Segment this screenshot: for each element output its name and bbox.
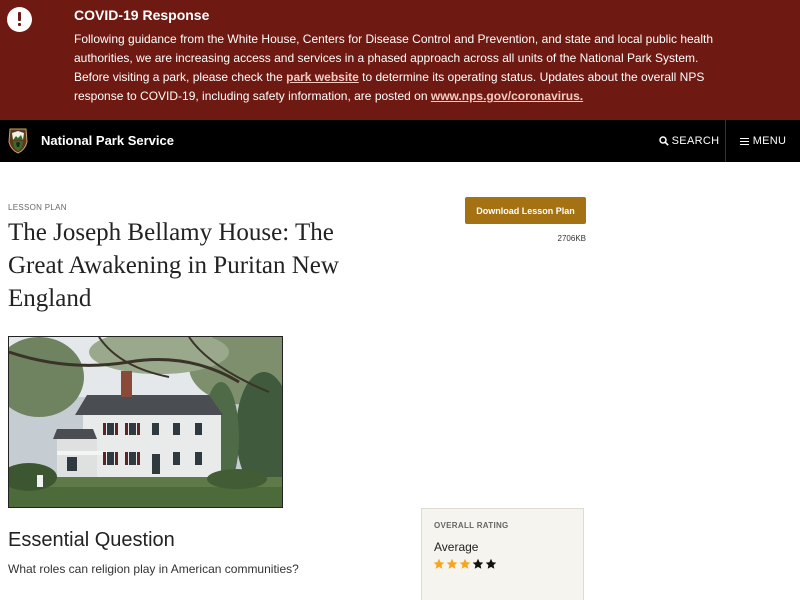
search-label: SEARCH xyxy=(671,135,720,147)
star-empty-icon[interactable] xyxy=(485,558,497,570)
star-filled-icon[interactable] xyxy=(446,558,458,570)
covid-alert-banner: COVID-19 Response Following guidance fro… xyxy=(0,0,800,120)
star-rating[interactable] xyxy=(433,558,497,570)
site-name[interactable]: National Park Service xyxy=(41,133,174,148)
page-title: The Joseph Bellamy House: The Great Awak… xyxy=(8,219,339,312)
download-lesson-plan-button[interactable]: Download Lesson Plan xyxy=(465,197,586,224)
file-size: 2706KB xyxy=(557,234,586,243)
essential-question-heading: Essential Question xyxy=(8,529,175,551)
menu-label: MENU xyxy=(752,135,787,147)
hamburger-icon xyxy=(739,137,749,145)
rating-card: OVERALL RATING Average xyxy=(421,508,584,600)
arrowhead-logo[interactable] xyxy=(8,128,28,154)
essential-question-text: What roles can religion play in American… xyxy=(8,562,299,576)
menu-button[interactable]: MENU xyxy=(726,120,800,162)
bellamy-house-photo xyxy=(8,336,283,508)
alert-body: Following guidance from the White House,… xyxy=(74,30,724,106)
star-empty-icon[interactable] xyxy=(472,558,484,570)
rating-label: OVERALL RATING xyxy=(434,521,509,530)
star-filled-icon[interactable] xyxy=(459,558,471,570)
search-button[interactable]: SEARCH xyxy=(653,120,725,162)
park-website-link[interactable]: park website xyxy=(286,70,359,84)
star-filled-icon[interactable] xyxy=(433,558,445,570)
rating-text: Average xyxy=(434,540,479,554)
exclamation-icon xyxy=(7,7,32,32)
alert-title: COVID-19 Response xyxy=(74,7,210,23)
lesson-type-label: LESSON PLAN xyxy=(8,203,67,212)
nps-coronavirus-link[interactable]: www.nps.gov/coronavirus. xyxy=(431,89,583,103)
search-icon xyxy=(658,136,669,146)
